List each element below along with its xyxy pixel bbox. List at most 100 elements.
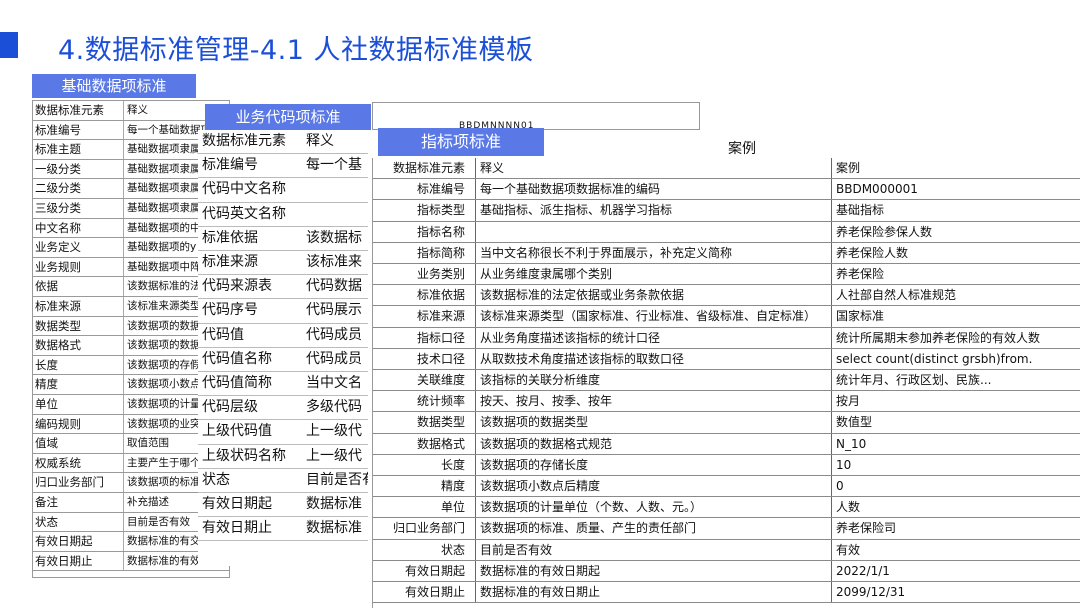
table-cell: 该标准来 [306, 254, 362, 270]
table-cell: 该数据标准的法定依据或业务条款依据 [475, 285, 831, 306]
table-cell: 每一个基 [306, 157, 362, 174]
table-cell: 0 [831, 476, 1080, 497]
table-cell: 上一级代 [306, 447, 362, 464]
table-row: 指标口径 从业务角度描述该指标的统计口径 统计所属期末参加养老保险的有效人数 [373, 327, 1080, 349]
case-column-header: 案例 [728, 141, 756, 157]
table-cell: 人数 [831, 497, 1080, 518]
table-cell: 该数据项的标准、质量、产生的责任部门 [475, 518, 831, 539]
table-cell: 数据格式 [416, 436, 465, 451]
table-cell: 该数据项的数据类型 [475, 412, 831, 433]
table-cell: 代码中文名称 [202, 181, 286, 198]
table-cell: 关联维度 [416, 373, 465, 387]
table-row: 数据标准元素 释义 [33, 101, 229, 121]
table-cell: 该数据项小数点后精度 [475, 476, 831, 497]
table-row: 有效日期止 数据标准的有效日期止 2099/12/31 [373, 582, 1080, 604]
table-cell: 技术口径 [416, 351, 465, 366]
table-row: 代码层级 多级代码 [198, 396, 368, 421]
table-cell: 指标口径 [416, 330, 465, 345]
table-cell: 数据标准元素 [392, 161, 465, 175]
table-cell: 养老保险司 [831, 518, 1080, 539]
table-row: 代码值简称 当中文名 [198, 372, 368, 397]
table-cell: 释义 [306, 133, 334, 149]
table-cell: 业务规则 [35, 259, 81, 274]
indicator-standard-table: 数据标准元素 释义 案例 标准编号 每一个基础数据项数据标准的编码 BBDM000001 指… [372, 158, 1080, 608]
table-cell: 基础指标、派生指标、机器学习指标 [475, 200, 831, 221]
table-cell: 数据标准元素 [35, 103, 104, 117]
table-row: 标准编号 每一个基 [198, 154, 368, 179]
table-cell: 有效日期起 [202, 496, 272, 512]
table-cell: 业务类别 [416, 267, 465, 281]
table-row: 代码序号 代码展示 [198, 299, 368, 324]
table-row: 标准依据 该数据标 [198, 227, 368, 251]
table-cell: 权威系统 [35, 455, 81, 470]
table-cell: 该数据项的存储长度 [475, 454, 831, 475]
table-cell: 数据类型 [35, 318, 81, 333]
table-cell: 归口业务部门 [392, 521, 465, 536]
table-cell: 目前是否有 [306, 471, 368, 488]
table-cell: 代码值名称 [202, 350, 272, 367]
table-cell: 代码英文名称 [202, 205, 286, 222]
table-cell: 数值型 [831, 412, 1080, 433]
table-cell: 有效 [831, 539, 1080, 560]
table-cell: 状态 [35, 514, 58, 529]
table-row: 归口业务部门 该数据项的标准、质量、产生的责任部门 养老保险司 [373, 518, 1080, 540]
table-cell: 代码值 [202, 326, 244, 343]
table-cell: 上一级代 [306, 423, 362, 440]
code-standard-top-strip: BBDMNNNN01 [372, 102, 700, 131]
table-cell: 从取数技术角度描述该指标的取数口径 [475, 348, 831, 369]
table-cell: 业务定义 [35, 240, 81, 255]
table-cell: 人社部自然人标准规范 [831, 285, 1080, 306]
table-cell: 长度 [35, 357, 58, 372]
table-cell: N_10 [831, 433, 1080, 454]
table-cell: 该数据标 [306, 229, 362, 246]
table-cell: 标准编号 [35, 122, 81, 137]
table-row: 数据标准元素 释义 [198, 130, 368, 155]
table-row: 代码值 代码成员 [198, 324, 368, 348]
table-cell: 上级代码值 [202, 423, 272, 440]
table-row: 精度 该数据项小数点后精度 0 [373, 476, 1080, 498]
table-cell: 当中文名称很长不利于界面展示，补充定义简称 [475, 242, 831, 263]
table-cell: 统计频率 [416, 394, 465, 409]
table-cell: 标准依据 [202, 229, 258, 246]
table-row: 指标类型 基础指标、派生指标、机器学习指标 基础指标 [373, 200, 1080, 222]
table-cell: 指标类型 [416, 203, 465, 218]
table-cell: 标准编号 [416, 182, 465, 197]
table-cell: 单位 [440, 500, 465, 515]
table-cell: select count(distinct grsbh)from. [831, 348, 1080, 369]
table-row: 代码值名称 代码成员 [198, 348, 368, 372]
table-cell: 养老保险人数 [831, 242, 1080, 263]
table-cell: 该数据项的数据格式规范 [475, 433, 831, 454]
table-cell: 精度 [35, 377, 58, 392]
table-cell: 上级状码名称 [202, 447, 286, 464]
table-row: 指标名称 养老保险参保人数 [373, 221, 1080, 243]
table-cell: 代码序号 [202, 302, 258, 319]
table-cell: 标准编号 [202, 157, 258, 174]
table-cell: 该标准来源类型（国家标准、行业标准、省级标准、自定标准） [475, 306, 831, 327]
table-cell: 指标名称 [416, 224, 465, 239]
table-cell: 有效日期止 [35, 553, 93, 568]
table-row: 关联维度 该指标的关联分析维度 统计年月、行政区划、民族... [373, 370, 1080, 392]
table-cell: 按月 [831, 391, 1080, 412]
table-cell: 有效日期起 [404, 563, 465, 578]
table-cell: 状态 [202, 471, 230, 488]
table-cell: 归口业务部门 [35, 475, 104, 490]
table-cell: 标准依据 [416, 288, 465, 303]
table-cell: 一级分类 [35, 161, 81, 176]
table-row: 有效日期止 数据标准 [198, 517, 368, 542]
table-cell: 2099/12/31 [831, 582, 1080, 603]
indicator-standard-header: 指标项标准 [378, 128, 544, 156]
table-row: 代码中文名称 [198, 178, 368, 203]
table-cell: 有效日期止 [404, 585, 465, 599]
table-cell: 标准来源 [416, 309, 465, 324]
table-row: 单位 该数据项的计量单位（个数、人数、元。） 人数 [373, 497, 1080, 519]
table-cell [302, 203, 368, 226]
table-cell: BBDM000001 [831, 179, 1080, 200]
table-cell: 从业务维度隶属哪个类别 [475, 264, 831, 285]
table-row: 状态 目前是否有 [198, 469, 368, 493]
page-title: 4.数据标准管理-4.1 人社数据标准模板 [58, 35, 534, 66]
table-cell: 代码值简称 [202, 375, 272, 391]
table-row: 标准依据 该数据标准的法定依据或业务条款依据 人社部自然人标准规范 [373, 285, 1080, 307]
table-cell: 依据 [35, 279, 58, 294]
table-cell [302, 178, 368, 201]
table-row: 代码来源表 代码数据 [198, 275, 368, 300]
